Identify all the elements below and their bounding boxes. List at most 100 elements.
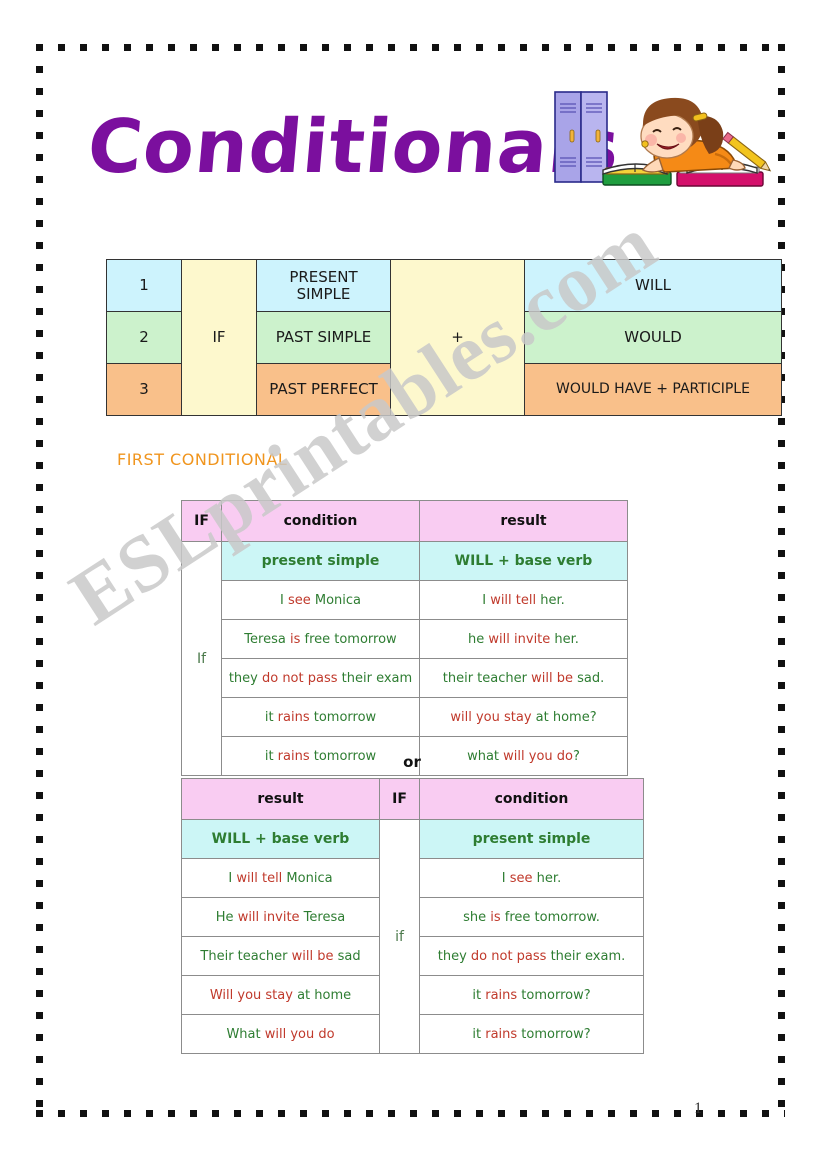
header-result: result — [181, 778, 380, 820]
sentence-fragment: it — [264, 709, 278, 725]
summary-if-label: IF — [181, 259, 257, 416]
sentence-fragment: it — [472, 1026, 486, 1042]
result-cell: he will invite her. — [419, 619, 628, 659]
sentence-fragment: will invite — [488, 631, 551, 647]
summary-plus-label: + — [390, 259, 525, 416]
sentence-fragment: see — [509, 870, 533, 886]
result-cell: Will you stay at home — [181, 975, 380, 1015]
sentence-fragment: Monica — [310, 592, 362, 608]
formula-condition: present simple — [419, 819, 644, 859]
result-cell: Their teacher will be sad — [181, 936, 380, 976]
sentence-fragment: her. — [532, 870, 562, 886]
sentence-fragment: their teacher — [442, 670, 532, 686]
result-cell: He will invite Teresa — [181, 897, 380, 937]
table-row: 1 IF PRESENT SIMPLE + WILL — [106, 259, 782, 416]
sentence-fragment: is — [490, 909, 501, 925]
first-conditional-table: IF condition result If present simple WI… — [181, 500, 628, 776]
sentence-fragment: rains — [485, 987, 518, 1003]
table-row: Teresa is free tomorrow he will invite h… — [182, 619, 628, 659]
summary-result-3: WOULD HAVE + PARTICIPLE — [524, 363, 782, 416]
sentence-fragment: rains — [277, 709, 310, 725]
table-row: they do not pass their exam their teache… — [182, 658, 628, 698]
table-row: I see Monica I will tell her. — [182, 580, 628, 620]
sentence-fragment: will you stay — [450, 709, 532, 725]
sentence-fragment: it — [472, 987, 486, 1003]
formula-result: WILL + base verb — [419, 541, 628, 581]
summary-number-3: 3 — [106, 363, 182, 416]
sentence-fragment: He — [215, 909, 238, 925]
sentence-fragment: Monica — [282, 870, 333, 886]
sentence-fragment: tomorrow? — [517, 1026, 591, 1042]
summary-tense-3: PAST PERFECT — [256, 363, 391, 416]
summary-number-1: 1 — [106, 259, 182, 312]
sentence-fragment: I — [279, 592, 288, 608]
sentence-fragment: will be — [531, 670, 573, 686]
sentence-fragment: will you do — [264, 1026, 335, 1042]
condition-cell: it rains tomorrow? — [419, 1014, 644, 1054]
table-header-row: result IF condition — [181, 778, 644, 820]
sentence-fragment: her. — [550, 631, 579, 647]
result-cell: I will tell her. — [419, 580, 628, 620]
worksheet-page: ESLprintables.com Conditionals 1 IF PRES… — [0, 0, 821, 1169]
sentence-fragment: they — [228, 670, 262, 686]
sentence-fragment: their exam. — [546, 948, 626, 964]
sentence-fragment: Teresa — [299, 909, 346, 925]
formula-result: WILL + base verb — [181, 819, 380, 859]
condition-cell: they do not pass their exam — [221, 658, 420, 698]
sentence-fragment: free tomorrow. — [500, 909, 600, 925]
sentence-fragment: their exam — [337, 670, 413, 686]
result-cell: will you stay at home? — [419, 697, 628, 737]
condition-cell: she is free tomorrow. — [419, 897, 644, 937]
sentence-fragment: Will you stay — [209, 987, 293, 1003]
sentence-fragment: at home — [292, 987, 352, 1003]
if-merged-cell: If — [181, 541, 222, 776]
sentence-fragment: is — [289, 631, 301, 647]
condition-cell: they do not pass their exam. — [419, 936, 644, 976]
condition-cell: I see Monica — [221, 580, 420, 620]
condition-cell: I see her. — [419, 858, 644, 898]
condition-cell: it rains tomorrow? — [419, 975, 644, 1015]
sentence-fragment: will invite — [237, 909, 300, 925]
sentence-fragment: I — [482, 592, 491, 608]
section-heading-first-conditional: FIRST CONDITIONAL — [117, 450, 288, 469]
page-number: 1 — [694, 1100, 702, 1117]
or-label: or — [403, 753, 421, 771]
summary-number-2: 2 — [106, 311, 182, 364]
result-cell: What will you do — [181, 1014, 380, 1054]
condition-cell: it rains tomorrow — [221, 697, 420, 737]
header-result: result — [419, 500, 628, 542]
sentence-fragment: do not pass — [261, 670, 338, 686]
if-merged-cell: if — [379, 819, 420, 1054]
summary-result-2: WOULD — [524, 311, 782, 364]
page-title: Conditionals — [84, 104, 624, 190]
sentence-fragment: will tell — [490, 592, 537, 608]
header-if: IF — [379, 778, 420, 820]
sentence-fragment: her. — [536, 592, 565, 608]
conditionals-summary-table: 1 IF PRESENT SIMPLE + WILL 2 PAST SIMPLE… — [106, 259, 782, 416]
result-cell: I will tell Monica — [181, 858, 380, 898]
header-if: IF — [181, 500, 222, 542]
result-cell: their teacher will be sad. — [419, 658, 628, 698]
sentence-fragment: she — [463, 909, 491, 925]
sentence-fragment: rains — [485, 1026, 518, 1042]
sentence-fragment: What — [226, 1026, 265, 1042]
condition-cell: Teresa is free tomorrow — [221, 619, 420, 659]
sentence-fragment: sad — [333, 948, 361, 964]
sentence-fragment: sad. — [572, 670, 605, 686]
page-border-left — [36, 44, 43, 1117]
sentence-fragment: see — [287, 592, 311, 608]
sentence-fragment: do not pass — [470, 948, 547, 964]
sentence-fragment: Their teacher — [200, 948, 292, 964]
header-condition: condition — [419, 778, 644, 820]
page-border-bottom — [36, 1110, 785, 1117]
table-header-row: IF condition result — [181, 500, 628, 542]
sentence-fragment: I — [501, 870, 510, 886]
sentence-fragment: tomorrow — [309, 709, 377, 725]
table-row: it rains tomorrow will you stay at home? — [182, 697, 628, 737]
sentence-fragment: they — [437, 948, 471, 964]
sentence-fragment: at home? — [531, 709, 597, 725]
sentence-fragment: will be — [291, 948, 334, 964]
first-conditional-reversed-table: result IF condition WILL + base verb if … — [181, 778, 644, 1054]
sentence-fragment: free tomorrow — [300, 631, 397, 647]
formula-condition: present simple — [221, 541, 420, 581]
